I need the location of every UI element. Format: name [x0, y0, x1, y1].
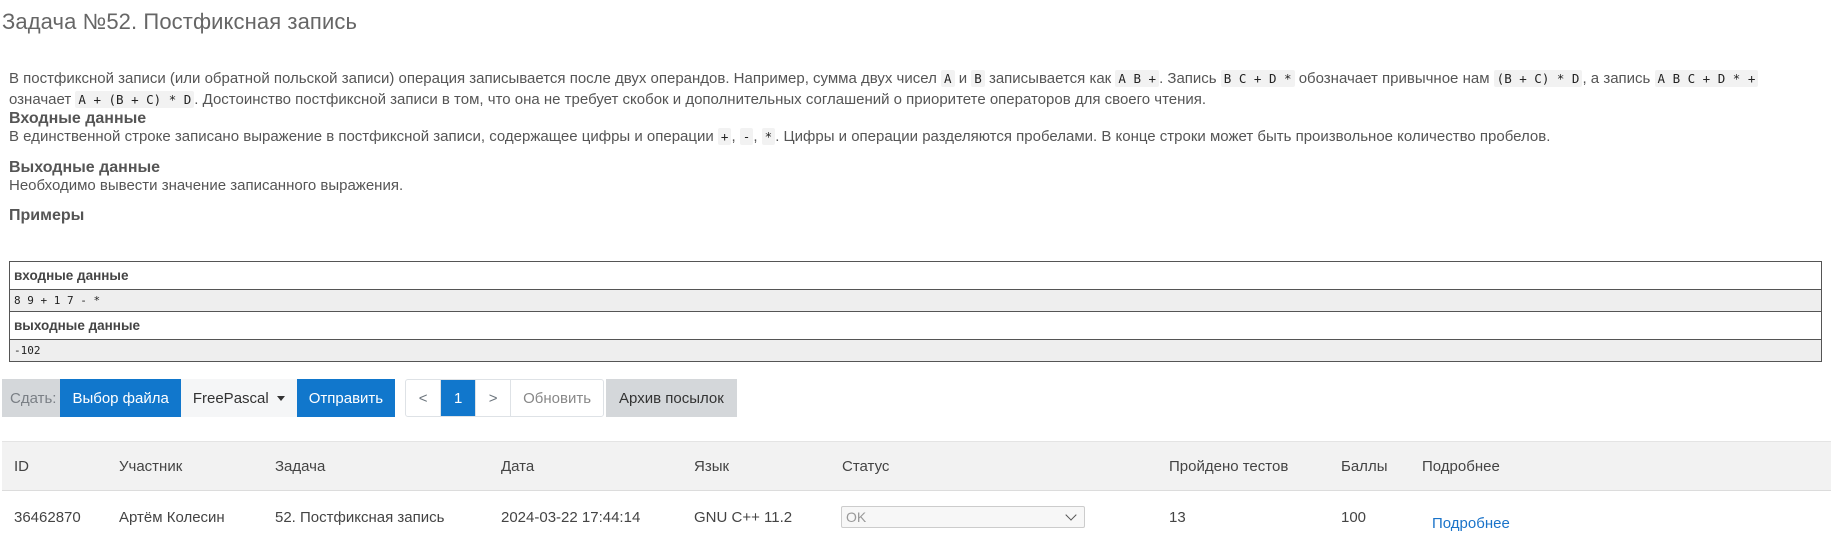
choose-file-button[interactable]: Выбор файла — [60, 379, 181, 417]
examples-table: входные данные 8 9 + 1 7 - * выходные да… — [9, 261, 1822, 362]
input-text-part: , — [731, 128, 740, 145]
code-sum: A B + — [1115, 70, 1160, 87]
submit-toolbar: Сдать: Выбор файла FreePascal Отправить … — [2, 379, 737, 417]
submission-tests: 13 — [1169, 508, 1186, 526]
submission-score: 100 — [1341, 508, 1367, 526]
code-a: A — [941, 70, 955, 87]
submission-date: 2024-03-22 17:44:14 — [501, 508, 641, 526]
col-id: ID — [14, 457, 29, 475]
prev-page-button[interactable]: < — [406, 380, 442, 416]
col-tests: Пройдено тестов — [1169, 457, 1289, 475]
refresh-button[interactable]: Обновить — [511, 380, 603, 416]
statement-text: , а запись — [1582, 70, 1655, 87]
submission-task: 52. Постфиксная запись — [275, 508, 445, 526]
col-details: Подробнее — [1422, 457, 1500, 475]
statement-text: В постфиксной записи (или обратной польс… — [9, 70, 942, 87]
code-infix1: (B + C) * D — [1493, 70, 1583, 87]
chevron-down-icon — [1065, 509, 1077, 521]
statement-text: . Достоинство постфиксной записи в том, … — [194, 91, 1207, 108]
status-cell: OK — [841, 491, 1085, 543]
send-button[interactable]: Отправить — [296, 379, 396, 417]
statement-text: обозначает привычное нам — [1294, 70, 1494, 87]
code-minus: - — [739, 128, 754, 145]
submission-participant: Артём Колесин — [119, 508, 225, 526]
input-text-part: , — [753, 128, 762, 145]
statement-text: записывается как — [984, 70, 1116, 87]
example-output-value: -102 — [9, 339, 1822, 362]
example-input-value: 8 9 + 1 7 - * — [9, 289, 1822, 312]
example-input-label: входные данные — [9, 261, 1822, 290]
code-example1: B C + D * — [1220, 70, 1295, 87]
col-participant: Участник — [119, 457, 183, 475]
page-1-button[interactable]: 1 — [441, 380, 477, 416]
col-status: Статус — [842, 457, 890, 475]
submission-language: GNU C++ 11.2 — [694, 508, 793, 526]
examples-heading: Примеры — [9, 207, 85, 224]
input-text-part: В единственной строке записано выражение… — [9, 128, 718, 145]
code-plus: + — [717, 128, 732, 145]
code-infix2: A + (B + C) * D — [75, 91, 195, 108]
caret-down-icon — [276, 395, 285, 401]
status-value: OK — [846, 509, 867, 525]
col-score: Баллы — [1341, 457, 1388, 475]
table-row: 36462870 Артём Колесин 52. Постфиксная з… — [2, 491, 1831, 543]
archive-button[interactable]: Архив посылок — [606, 379, 737, 417]
col-language: Язык — [694, 457, 730, 475]
example-output-label: выходные данные — [9, 311, 1822, 340]
page-title: Задача №52. Постфиксная запись — [2, 9, 357, 34]
code-mult: * — [761, 128, 776, 145]
submission-id: 36462870 — [14, 508, 81, 526]
input-heading: Входные данные — [9, 110, 147, 127]
details-link[interactable]: Подробнее — [1432, 503, 1510, 543]
code-b: B — [971, 70, 985, 87]
col-task: Задача — [275, 457, 326, 475]
statement-text: означает — [9, 91, 76, 108]
problem-statement: В постфиксной записи (или обратной польс… — [9, 68, 1824, 110]
col-date: Дата — [501, 457, 535, 475]
language-value: FreePascal — [192, 389, 269, 407]
next-page-button[interactable]: > — [476, 380, 512, 416]
table-header: ID Участник Задача Дата Язык Статус Прой… — [2, 441, 1831, 491]
input-text: В единственной строке записано выражение… — [9, 128, 1550, 145]
submissions-table: ID Участник Задача Дата Язык Статус Прой… — [2, 441, 1831, 543]
output-text: Необходимо вывести значение записанного … — [9, 177, 404, 194]
code-example2: A B C + D * + — [1654, 70, 1759, 87]
statement-text: . Запись — [1159, 70, 1221, 87]
pagination: < 1 > Обновить — [405, 379, 605, 417]
status-select[interactable]: OK — [841, 506, 1085, 528]
output-heading: Выходные данные — [9, 159, 161, 176]
submit-label: Сдать: — [2, 379, 61, 417]
statement-text: и — [954, 70, 972, 87]
language-select[interactable]: FreePascal — [180, 379, 297, 417]
input-text-part: . Цифры и операции разделяются пробелами… — [775, 128, 1551, 145]
